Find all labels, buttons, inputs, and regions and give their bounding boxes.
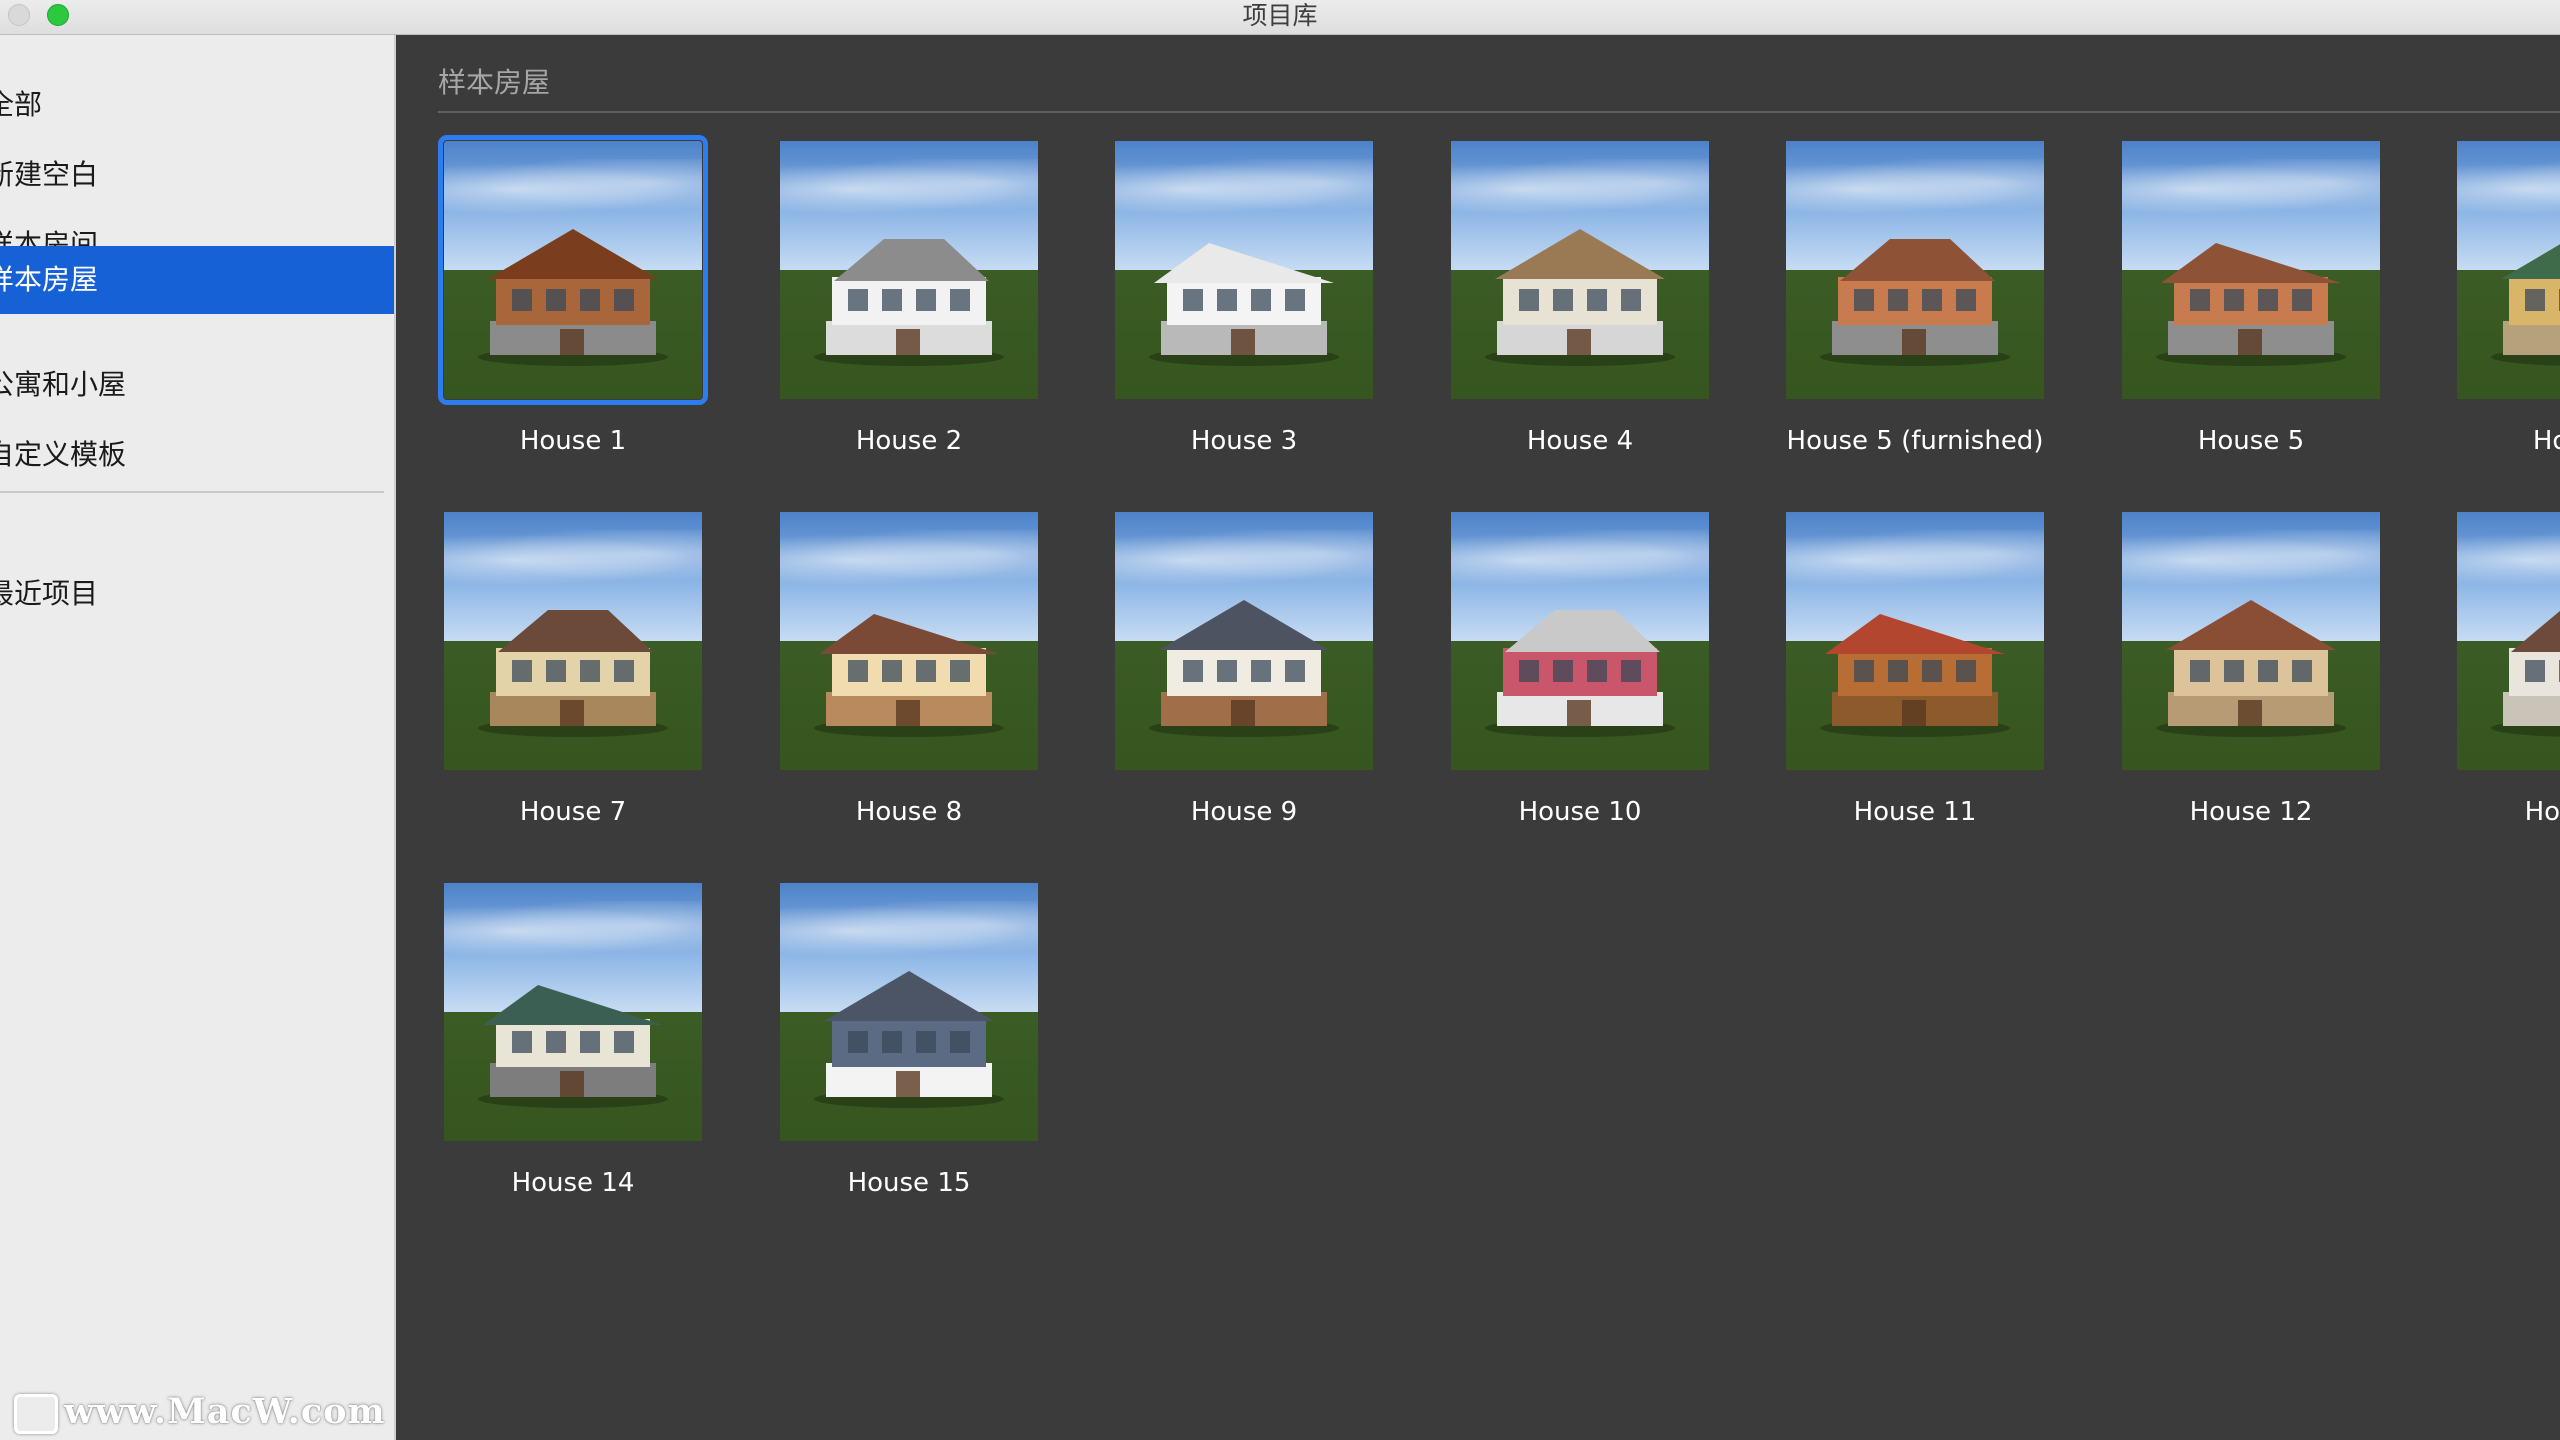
watermark-logo-icon (14, 1393, 58, 1434)
project-library-window: 项目库 全部 新建空白 样本房间 样本房屋 公寓和小屋 自定义模板 最近项目 w… (0, 0, 2560, 1440)
project-label: House 3 (1190, 426, 1298, 456)
house-render-icon (2491, 610, 2560, 737)
project-tile[interactable]: House 15 (780, 883, 1038, 1203)
project-thumbnail (2122, 141, 2380, 399)
project-label: House 15 (847, 1168, 971, 1198)
watermark-text: www.MacW.com (64, 1391, 386, 1432)
watermark: www.MacW.com (14, 1391, 386, 1435)
house-render-icon (2156, 600, 2346, 737)
sidebar-item-all[interactable]: 全部 (0, 72, 394, 138)
house-render-icon (478, 985, 668, 1108)
project-thumbnail (780, 512, 1038, 770)
sidebar-item-label: 公寓和小屋 (0, 368, 127, 401)
section-divider (438, 111, 2560, 113)
project-thumbnail (2457, 141, 2560, 399)
project-label: House 7 (519, 797, 627, 827)
project-label: House 12 (2189, 797, 2313, 827)
project-thumbnail (1451, 141, 1709, 399)
sidebar: 全部 新建空白 样本房间 样本房屋 公寓和小屋 自定义模板 最近项目 www.M… (0, 35, 396, 1440)
project-label: House 6 (2532, 426, 2560, 456)
sidebar-item-label: 全部 (0, 88, 43, 121)
project-label: House 13 (2524, 797, 2560, 827)
house-render-icon (1485, 229, 1675, 366)
house-render-icon (1485, 610, 1675, 737)
sidebar-item-sample-houses[interactable]: 样本房屋 (0, 246, 394, 314)
project-thumbnail (444, 512, 702, 770)
project-tile[interactable]: House 2 (780, 141, 1038, 461)
project-tile[interactable]: House 1 (438, 135, 708, 461)
project-tile[interactable]: House 11 (1786, 512, 2044, 832)
project-label: House 10 (1518, 797, 1642, 827)
project-thumbnail (1451, 512, 1709, 770)
house-render-icon (478, 229, 668, 366)
project-tile[interactable]: House 10 (1451, 512, 1709, 832)
project-thumbnail (2122, 512, 2380, 770)
project-label: House 5 (2197, 426, 2305, 456)
project-tile[interactable]: House 5 (furnished) (1786, 141, 2044, 461)
house-render-icon (478, 610, 668, 737)
sidebar-item-recent-projects[interactable]: 最近项目 (0, 561, 394, 627)
house-render-icon (814, 971, 1004, 1108)
house-render-icon (1149, 243, 1339, 366)
project-thumbnail (2457, 512, 2560, 770)
house-render-icon (2156, 243, 2346, 366)
project-thumbnail (1115, 141, 1373, 399)
project-tile[interactable]: House 12 (2122, 512, 2380, 832)
project-tile[interactable]: House 13 (2457, 512, 2560, 832)
sidebar-item-custom-templates[interactable]: 自定义模板 (0, 422, 394, 488)
house-render-icon (1149, 600, 1339, 737)
title-bar: 项目库 (0, 0, 2560, 35)
sidebar-item-label: 最近项目 (0, 577, 99, 610)
sidebar-item-label: 新建空白 (0, 158, 99, 191)
house-render-icon (2491, 244, 2560, 366)
project-label: House 9 (1190, 797, 1298, 827)
project-label: House 2 (855, 426, 963, 456)
project-label: House 5 (furnished) (1786, 426, 2044, 456)
sidebar-item-label: 自定义模板 (0, 438, 127, 471)
project-thumbnail (438, 135, 708, 405)
project-thumbnail (444, 883, 702, 1141)
project-thumbnail (1115, 512, 1373, 770)
project-tile[interactable]: House 9 (1115, 512, 1373, 832)
project-gallery: 样本房屋 House 1 House 2 House 3 House 4 House 5… (396, 35, 2560, 1440)
project-thumbnail (780, 141, 1038, 399)
project-label: House 4 (1526, 426, 1634, 456)
house-render-icon (1820, 614, 2010, 737)
project-thumbnail (1786, 141, 2044, 399)
section-title: 样本房屋 (438, 66, 551, 99)
project-label: House 8 (855, 797, 963, 827)
project-tile[interactable]: House 4 (1451, 141, 1709, 461)
project-tile[interactable]: House 7 (444, 512, 702, 832)
project-thumbnail (780, 883, 1038, 1141)
project-tile[interactable]: House 5 (2122, 141, 2380, 461)
sidebar-item-apartments-cabins[interactable]: 公寓和小屋 (0, 352, 394, 418)
project-label: House 14 (511, 1168, 635, 1198)
house-render-icon (814, 239, 1004, 366)
sidebar-divider (0, 491, 384, 493)
house-render-icon (814, 614, 1004, 737)
project-label: House 1 (519, 426, 627, 456)
project-tile[interactable]: House 14 (444, 883, 702, 1203)
project-label: House 11 (1853, 797, 1977, 827)
sidebar-item-new-blank[interactable]: 新建空白 (0, 142, 394, 208)
project-tile[interactable]: House 8 (780, 512, 1038, 832)
sidebar-item-label: 样本房屋 (0, 263, 99, 296)
house-render-icon (1820, 239, 2010, 366)
window-title: 项目库 (1242, 1, 1318, 30)
project-tile[interactable]: House 6 (2457, 141, 2560, 461)
project-tile[interactable]: House 3 (1115, 141, 1373, 461)
project-thumbnail (1786, 512, 2044, 770)
